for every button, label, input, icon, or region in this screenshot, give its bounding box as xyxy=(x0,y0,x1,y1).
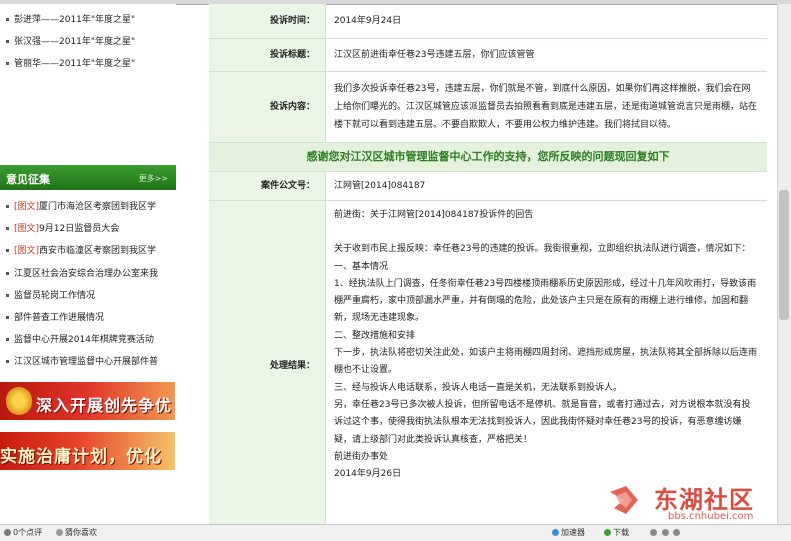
field-label: 处理结果： xyxy=(209,201,326,524)
banner-text: 实施治庸计划，优化发展环境 xyxy=(0,447,162,467)
download-icon xyxy=(604,529,611,536)
complaint-content-row: 投诉内容： 我们多次投诉幸任巷23号，违建五层，你们就是不管，到底什么原因，如果… xyxy=(209,72,767,143)
field-value: 2014年9月24日 xyxy=(334,16,402,26)
result-line: 下一步，执法队将密切关注此处，如该户主将雨棚四周封闭、遮挡形成房屋，执法队将其全… xyxy=(334,348,758,376)
list-item[interactable]: [图文]西安市临潼区考察团到我区学 xyxy=(0,240,176,262)
status-icons xyxy=(650,527,682,539)
star-list: 彭进萍——2011年"年度之星" 张汉强——2011年"年度之星" 管丽华——2… xyxy=(0,9,176,75)
bullet-icon xyxy=(6,205,9,208)
list-item[interactable]: 张汉强——2011年"年度之星" xyxy=(0,31,176,53)
banner-governance[interactable]: 实施治庸计划，优化发展环境 xyxy=(0,432,175,470)
site-watermark: 东湖社区 bbs.cnhubei.com xyxy=(608,478,783,526)
field-label: 投诉内容： xyxy=(209,72,326,142)
list-item[interactable]: [图文]厦门市海沧区考察团到我区学 xyxy=(0,196,176,218)
bullet-icon xyxy=(6,360,9,364)
more-link[interactable]: 更多>> xyxy=(139,173,168,184)
result-line: 另，幸任巷23号已多次被人投诉，但所留电话不是停机、就是盲音，或者打通过去，对方… xyxy=(334,399,751,445)
case-number-row: 案件公文号： 江网管[2014]084187 xyxy=(209,172,767,201)
sound-icon[interactable] xyxy=(650,529,657,536)
list-item[interactable]: 监督员轮岗工作情况 xyxy=(0,285,176,307)
result-line: 一、基本情况 xyxy=(334,261,389,272)
result-row: 处理结果： 前进街：关于江网管[2014]084187投诉件的回告 关于收到市民… xyxy=(209,201,767,524)
bullet-icon xyxy=(6,293,9,297)
result-text: 前进街：关于江网管[2014]084187投诉件的回告 关于收到市民上报反映：幸… xyxy=(334,207,757,483)
bullet-icon xyxy=(6,227,9,231)
bullet-icon xyxy=(6,271,9,275)
result-line: 1、经执法队上门调查，任冬衔幸任巷23号四楼楼顶雨棚系历史原因形成，经过十几年风… xyxy=(334,278,757,324)
opinion-section-header: 意见征集 更多>> xyxy=(0,165,176,190)
list-item[interactable]: 部件普查工作进展情况 xyxy=(0,307,176,329)
comment-icon xyxy=(4,529,11,536)
banner-text: 深入开展创先争优活动 xyxy=(36,396,173,415)
accelerator-status[interactable]: 加速器 xyxy=(552,527,585,539)
result-line: 前进街：关于江网管[2014]084187投诉件的回告 xyxy=(334,210,534,220)
result-line: 前进街办事处 xyxy=(334,451,389,462)
field-label: 投诉标题： xyxy=(209,39,326,71)
field-value: 我们多次投诉幸任巷23号，违建五层，你们就是不管，到底什么原因，如果你们再这样推… xyxy=(334,84,758,130)
comments-status[interactable]: 0个点评 xyxy=(4,527,42,539)
heart-icon xyxy=(56,529,63,536)
result-line: 关于收到市民上报反映：幸任巷23号的违建的投诉。我街很重视，立即组织执法队进行调… xyxy=(334,244,751,255)
left-sidebar: 彭进萍——2011年"年度之星" 张汉强——2011年"年度之星" 管丽华——2… xyxy=(0,4,176,524)
screenshot-icon[interactable] xyxy=(661,529,669,536)
list-item[interactable]: 彭进萍——2011年"年度之星" xyxy=(0,9,176,31)
result-line: 二、整改措施和安排 xyxy=(334,330,416,341)
bullet-icon xyxy=(6,249,9,253)
bullet-icon xyxy=(6,18,9,21)
field-value: 江网管[2014]084187 xyxy=(334,181,426,191)
section-title: 意见征集 xyxy=(6,173,50,186)
result-line: 三、经与投诉人电话联系，投诉人电话一直是关机，无法联系到投诉人。 xyxy=(334,382,623,393)
field-label: 案件公文号： xyxy=(209,172,326,200)
field-label: 投诉时间： xyxy=(209,4,326,38)
watermark-name: 东湖社区 xyxy=(654,486,754,514)
list-item[interactable]: 江汉区城市管理监督中心开展部件普 xyxy=(0,351,176,373)
opinion-list: [图文]厦门市海沧区考察团到我区学 [图文]9月12日监督员大会 [图文]西安市… xyxy=(0,196,176,374)
browser-status-bar: 0个点评 猜你喜欢 加速器 下载 xyxy=(0,524,791,541)
donghu-logo-icon xyxy=(610,486,638,514)
complaint-detail-table: 投诉时间： 2014年9月24日 投诉标题： 江汉区前进街幸任巷23号违建五层，… xyxy=(209,4,767,524)
complaint-title-row: 投诉标题： 江汉区前进街幸任巷23号违建五层，你们应该管管 xyxy=(209,39,767,72)
settings-icon[interactable] xyxy=(673,529,681,536)
thanks-banner: 感谢您对江汉区城市管理监督中心工作的支持，您所反映的问题现回复如下 xyxy=(209,143,767,172)
list-item[interactable]: 江夏区社会治安综合治理办公室来我 xyxy=(0,263,176,285)
party-emblem-icon xyxy=(6,387,32,415)
list-item[interactable]: 管丽华——2011年"年度之星" xyxy=(0,53,176,75)
list-item[interactable]: 监督中心开展2014年棋牌竞赛活动 xyxy=(0,329,176,351)
list-item[interactable]: [图文]9月12日监督员大会 xyxy=(0,218,176,240)
complaint-time-row: 投诉时间： 2014年9月24日 xyxy=(209,4,767,39)
field-value: 江汉区前进街幸任巷23号违建五层，你们应该管管 xyxy=(334,50,535,60)
bullet-icon xyxy=(6,62,9,65)
bullet-icon xyxy=(6,338,9,342)
download-status[interactable]: 下载 xyxy=(604,527,629,539)
scrollbar-thumb[interactable] xyxy=(779,190,789,320)
watermark-url: bbs.cnhubei.com xyxy=(668,511,754,522)
bullet-icon xyxy=(6,40,9,43)
recommend-status[interactable]: 猜你喜欢 xyxy=(56,527,97,539)
rocket-icon xyxy=(552,529,559,536)
banner-campaign[interactable]: 深入开展创先争优活动 xyxy=(0,382,175,420)
bullet-icon xyxy=(6,315,9,319)
